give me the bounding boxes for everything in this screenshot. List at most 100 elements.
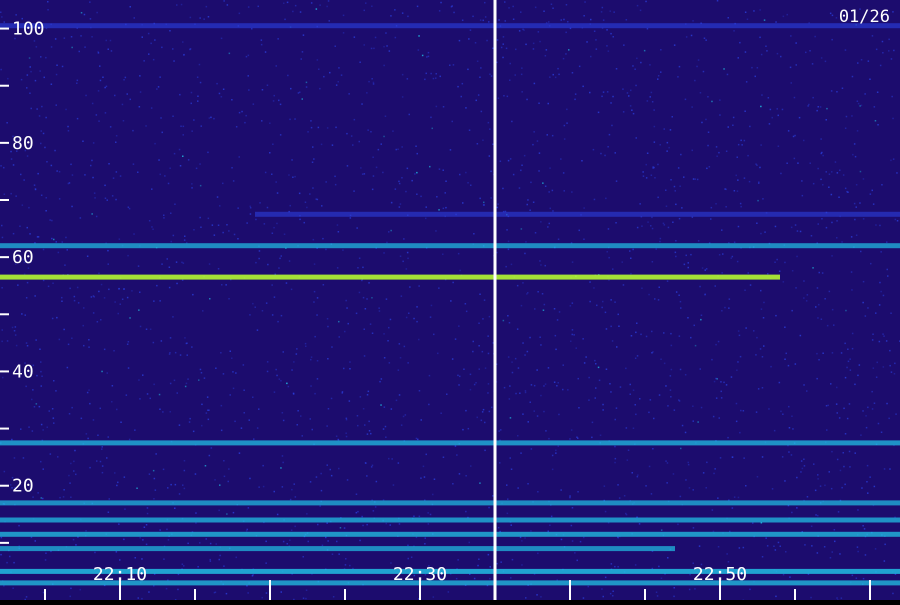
noise-speck xyxy=(162,411,164,413)
noise-speck xyxy=(168,539,170,541)
noise-speck xyxy=(11,158,13,160)
noise-speck xyxy=(326,6,328,8)
noise-speck xyxy=(367,394,369,396)
noise-speck xyxy=(607,251,609,253)
noise-speck xyxy=(201,125,203,127)
noise-speck xyxy=(51,165,53,167)
noise-speck xyxy=(618,326,620,328)
noise-speck xyxy=(836,387,838,389)
noise-speck xyxy=(627,92,629,94)
noise-speck xyxy=(584,1,586,3)
noise-speck xyxy=(56,65,58,67)
noise-speck xyxy=(558,382,560,384)
noise-speck xyxy=(610,33,612,35)
noise-speck xyxy=(386,298,388,300)
noise-speck xyxy=(108,436,110,438)
noise-speck xyxy=(762,456,764,458)
noise-speck xyxy=(160,174,162,176)
noise-speck xyxy=(843,452,845,454)
noise-speck xyxy=(757,200,759,202)
noise-speck xyxy=(234,421,236,423)
noise-speck xyxy=(45,559,47,561)
noise-speck xyxy=(376,481,378,483)
noise-speck xyxy=(673,473,675,475)
noise-speck xyxy=(830,383,832,385)
noise-speck xyxy=(349,368,351,370)
noise-speck xyxy=(19,226,21,228)
noise-speck xyxy=(381,143,383,145)
noise-speck xyxy=(765,46,767,48)
noise-speck xyxy=(667,405,669,407)
noise-speck xyxy=(721,391,723,393)
noise-speck xyxy=(185,386,187,388)
noise-speck xyxy=(337,224,339,226)
noise-speck xyxy=(172,48,174,50)
noise-speck xyxy=(284,19,286,21)
noise-speck xyxy=(558,446,560,448)
noise-speck xyxy=(606,45,608,47)
noise-speck xyxy=(30,71,32,73)
noise-speck xyxy=(223,373,225,375)
noise-speck xyxy=(314,336,316,338)
noise-speck xyxy=(402,96,404,98)
noise-speck xyxy=(652,166,654,168)
noise-speck xyxy=(520,537,522,539)
noise-speck xyxy=(421,419,423,421)
noise-speck xyxy=(59,171,61,173)
noise-speck xyxy=(531,448,533,450)
noise-speck xyxy=(131,290,133,292)
noise-speck xyxy=(197,566,199,568)
noise-speck xyxy=(892,11,894,13)
noise-speck xyxy=(387,340,389,342)
noise-speck xyxy=(239,13,241,15)
noise-speck xyxy=(794,158,796,160)
noise-speck xyxy=(59,339,61,341)
noise-speck xyxy=(338,468,340,470)
noise-speck xyxy=(605,312,607,314)
noise-speck xyxy=(475,382,477,384)
noise-speck xyxy=(738,497,740,499)
noise-speck xyxy=(791,227,793,229)
noise-speck xyxy=(740,140,742,142)
noise-speck xyxy=(734,496,736,498)
noise-speck xyxy=(335,46,337,48)
noise-speck xyxy=(291,530,293,532)
noise-speck xyxy=(693,178,695,180)
noise-speck xyxy=(646,177,648,179)
noise-speck xyxy=(592,422,594,424)
noise-speck xyxy=(228,230,230,232)
noise-speck xyxy=(593,287,595,289)
noise-speck xyxy=(649,64,651,66)
noise-speck xyxy=(707,145,709,147)
noise-speck xyxy=(870,263,872,265)
noise-speck xyxy=(98,291,100,293)
noise-speck xyxy=(791,82,793,84)
noise-speck xyxy=(37,492,39,494)
noise-speck xyxy=(383,136,385,138)
noise-speck xyxy=(693,420,695,422)
noise-speck xyxy=(588,399,590,401)
noise-speck xyxy=(15,14,17,16)
noise-speck xyxy=(540,221,542,223)
noise-speck xyxy=(635,358,637,360)
noise-speck xyxy=(307,131,309,133)
noise-speck xyxy=(398,462,400,464)
noise-speck xyxy=(515,49,517,51)
noise-speck xyxy=(306,86,308,88)
noise-speck xyxy=(366,298,368,300)
noise-speck xyxy=(53,422,55,424)
noise-speck xyxy=(436,73,438,75)
noise-speck xyxy=(694,325,696,327)
noise-speck xyxy=(313,239,315,241)
noise-speck xyxy=(801,180,803,182)
noise-speck xyxy=(857,101,859,103)
noise-speck xyxy=(770,366,772,368)
noise-speck xyxy=(265,172,267,174)
noise-speck xyxy=(603,19,605,21)
noise-speck xyxy=(221,430,223,432)
noise-speck xyxy=(857,509,859,511)
noise-speck xyxy=(497,203,499,205)
noise-speck xyxy=(331,475,333,477)
noise-speck xyxy=(790,67,792,69)
noise-speck xyxy=(775,315,777,317)
